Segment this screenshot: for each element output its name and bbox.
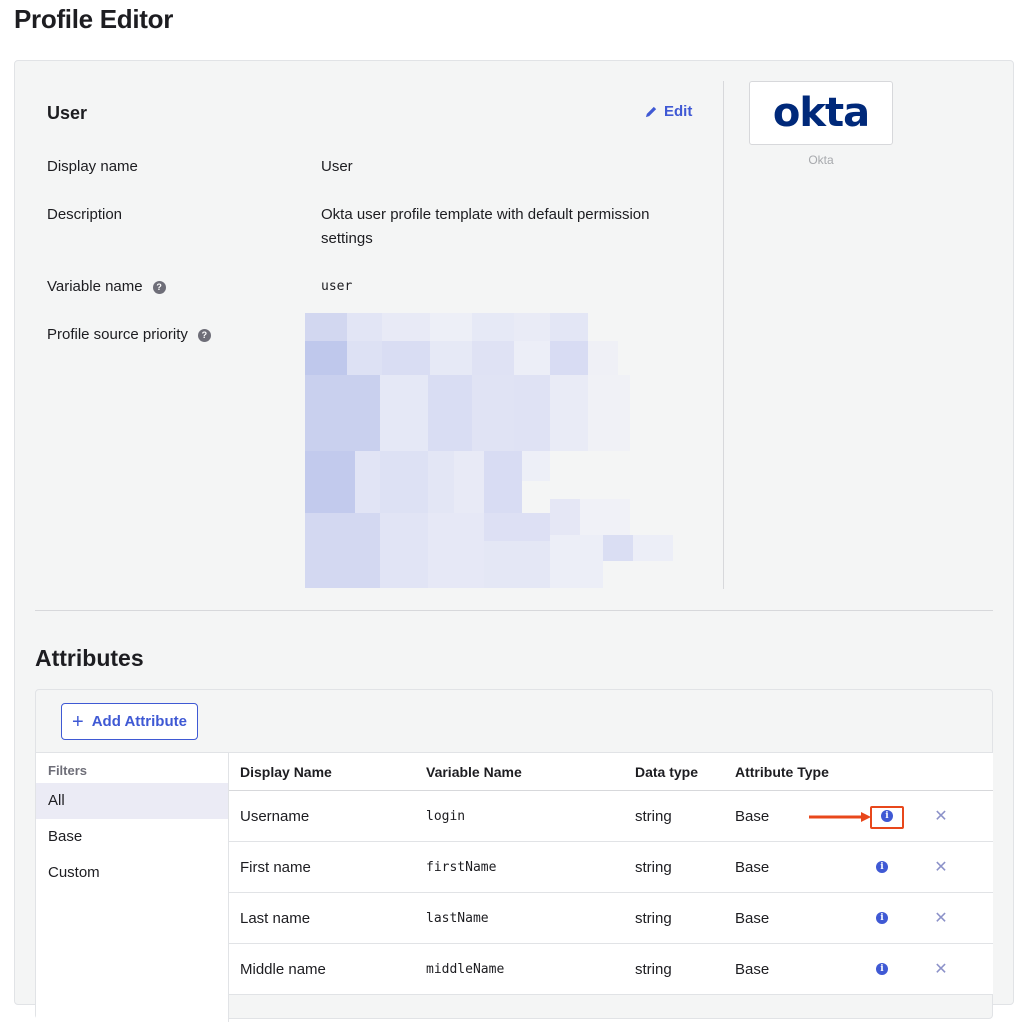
row-variable-name: login	[426, 808, 466, 824]
row-attribute-type: Base	[735, 807, 770, 825]
variable-name-value: user	[321, 279, 353, 294]
add-attribute-label: Add Attribute	[91, 713, 187, 730]
row-data-type: string	[635, 858, 672, 876]
edit-button[interactable]: Edit	[645, 103, 692, 120]
row-display-name: Middle name	[240, 960, 326, 978]
profile-source-list-blurred	[305, 313, 675, 588]
display-name-value: User	[321, 158, 353, 175]
close-icon[interactable]: ✕	[932, 960, 950, 978]
app-logo-card: okta	[749, 81, 893, 145]
info-icon[interactable]: i	[874, 910, 890, 926]
description-value: Okta user profile template with default …	[321, 206, 650, 247]
profile-panel: User Edit Display name User Description …	[14, 60, 1015, 1022]
section-divider	[35, 610, 993, 611]
attributes-box: + Add Attribute Filters All Base Custom …	[35, 689, 993, 1022]
row-attribute-type: Base	[735, 960, 770, 978]
row-display-name: Username	[240, 807, 310, 825]
filters-label: Filters	[48, 763, 88, 778]
row-data-type: string	[635, 909, 672, 927]
table-row: Middle name middleName string Base i ✕	[229, 944, 993, 995]
variable-name-label: Variable name ?	[47, 275, 166, 299]
page-title: Profile Editor	[14, 4, 174, 34]
table-row: Last name lastName string Base i ✕	[229, 893, 993, 944]
row-data-type: string	[635, 807, 672, 825]
info-icon[interactable]: i	[879, 808, 895, 824]
column-data-type: Data type	[635, 763, 699, 780]
pencil-icon	[645, 106, 657, 118]
filter-all[interactable]: All	[36, 783, 228, 819]
row-data-type: string	[635, 960, 672, 978]
attributes-table: Display Name Variable Name Data type Att…	[229, 752, 993, 995]
column-attribute-type: Attribute Type	[735, 763, 829, 780]
row-variable-name: firstName	[426, 859, 497, 875]
section-title: User	[47, 103, 88, 123]
vertical-divider	[723, 81, 724, 589]
attributes-title: Attributes	[35, 645, 144, 671]
question-icon[interactable]: ?	[152, 280, 166, 294]
app-caption: Okta	[808, 153, 834, 167]
close-icon[interactable]: ✕	[932, 858, 950, 876]
plus-icon: +	[72, 710, 84, 733]
table-row: First name firstName string Base i ✕	[229, 842, 993, 893]
question-icon[interactable]: ?	[197, 328, 211, 342]
row-attribute-type: Base	[735, 858, 770, 876]
close-icon[interactable]: ✕	[932, 807, 950, 825]
column-variable-name: Variable Name	[426, 763, 522, 780]
info-icon[interactable]: i	[874, 859, 890, 875]
profile-source-priority-label: Profile source priority ?	[47, 323, 211, 347]
profile-section: User Edit Display name User Description …	[15, 61, 1015, 611]
filter-base[interactable]: Base	[36, 819, 228, 855]
info-icon[interactable]: i	[874, 961, 890, 977]
row-display-name: Last name	[240, 909, 311, 927]
table-row: Username login string Base i ✕	[229, 791, 993, 842]
column-display-name: Display Name	[240, 763, 332, 780]
row-display-name: First name	[240, 858, 311, 876]
close-icon[interactable]: ✕	[932, 909, 950, 927]
arrow-annotation	[809, 812, 871, 822]
display-name-label: Display name	[47, 158, 138, 175]
row-variable-name: lastName	[426, 910, 489, 926]
description-label: Description	[47, 206, 123, 223]
add-attribute-button[interactable]: + Add Attribute	[61, 703, 198, 740]
okta-logo: okta	[772, 90, 870, 136]
row-variable-name: middleName	[426, 961, 505, 977]
table-header: Display Name Variable Name Data type Att…	[229, 753, 993, 791]
filter-custom[interactable]: Custom	[36, 855, 228, 891]
filters-panel: Filters All Base Custom	[36, 752, 229, 1022]
row-attribute-type: Base	[735, 909, 770, 927]
edit-label: Edit	[664, 103, 693, 120]
